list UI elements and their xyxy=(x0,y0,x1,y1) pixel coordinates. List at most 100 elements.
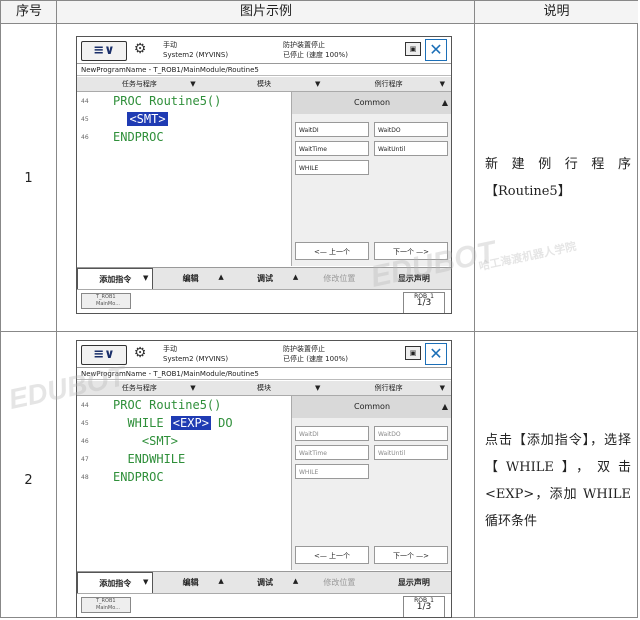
operation-mode: 手动 System2 (MYVINS) xyxy=(163,41,229,59)
add-instruction-button[interactable]: 添加指令 ▼ xyxy=(77,268,154,290)
tab-tasks[interactable]: 任务与程序 ▼ xyxy=(77,77,202,91)
panel-title[interactable]: Common ▲ xyxy=(292,396,451,418)
close-button[interactable]: ✕ xyxy=(425,343,447,365)
close-button[interactable]: ✕ xyxy=(425,39,447,61)
code-line[interactable]: <SMT> xyxy=(113,434,178,448)
row-description: 点击【添加指令】，选择【WHILE】，双击<EXP>，添加 WHILE 循环条件 xyxy=(485,433,631,529)
dropdown-icon: ▼ xyxy=(439,384,446,392)
instruction-waitdi[interactable]: WaitDI xyxy=(295,426,369,441)
quickset-button[interactable]: ROB_1 1/3 xyxy=(403,596,445,617)
operation-mode: 手动 System2 (MYVINS) xyxy=(163,345,229,363)
line-number: 45 xyxy=(81,116,89,123)
up-arrow-icon: ▲ xyxy=(218,577,224,585)
header-number: 序号 xyxy=(1,1,57,24)
row-number: 1 xyxy=(24,171,33,186)
main-menu-button[interactable]: ≡∨ xyxy=(81,41,127,61)
instruction-waittime[interactable]: WaitTime xyxy=(295,445,369,460)
up-arrow-icon: ▲ xyxy=(218,273,224,281)
program-tabs: 任务与程序 ▼ 模块 ▼ 例行程序 ▼ xyxy=(77,381,451,396)
instruction-panel: Common ▲ WaitDI WaitDO WaitTime WaitUntil… xyxy=(291,92,451,266)
controller-state: 防护装置停止 已停止 (速度 100%) xyxy=(283,345,348,363)
code-line[interactable]: ENDPROC xyxy=(113,130,164,144)
task-tab[interactable]: T_ROB1 MainMo... xyxy=(81,597,131,613)
exp-placeholder: <EXP> xyxy=(170,416,211,430)
instruction-waituntil[interactable]: WaitUntil xyxy=(374,141,448,156)
instruction-waitdo[interactable]: WaitDO xyxy=(374,426,448,441)
tab-routines[interactable]: 例行程序 ▼ xyxy=(326,381,451,395)
line-number: 45 xyxy=(81,420,89,427)
up-arrow-icon: ▲ xyxy=(441,98,448,107)
line-number: 44 xyxy=(81,402,89,409)
task-tab[interactable]: T_ROB1 MainMo... xyxy=(81,293,131,309)
edit-button[interactable]: 编辑 ▲ xyxy=(153,268,227,290)
dropdown-icon: ▼ xyxy=(314,384,321,392)
command-bar: 添加指令 ▼ 编辑 ▲ 调试 ▲ 修改位置 显示声明 xyxy=(77,571,451,594)
code-editor[interactable]: 44 45 46 PROC Routine5() <SMT> ENDPROC xyxy=(77,92,289,266)
instruction-waittime[interactable]: WaitTime xyxy=(295,141,369,156)
code-line[interactable]: ENDPROC xyxy=(113,470,164,484)
code-line[interactable]: PROC Routine5() xyxy=(113,398,221,412)
instruction-waituntil[interactable]: WaitUntil xyxy=(374,445,448,460)
up-arrow-icon: ▲ xyxy=(441,402,448,411)
program-path: NewProgramName - T_ROB1/MainModule/Routi… xyxy=(77,64,451,76)
quickset-button[interactable]: ROB_1 1/3 xyxy=(403,292,445,313)
status-bar: ≡∨ ⚙ 手动 System2 (MYVINS) 防护装置停止 已停止 (速度 10… xyxy=(77,341,451,368)
flexpendant-screen: ≡∨ ⚙ 手动 System2 (MYVINS) 防护装置停止 已停止 (速度 10… xyxy=(76,340,452,618)
tab-modules[interactable]: 模块 ▼ xyxy=(202,381,327,395)
add-instruction-button[interactable]: 添加指令 ▼ xyxy=(77,572,154,594)
window-icon[interactable]: ▣ xyxy=(405,42,421,56)
line-number: 44 xyxy=(81,98,89,105)
dropdown-icon: ▼ xyxy=(143,578,149,586)
dropdown-icon: ▼ xyxy=(314,80,321,88)
modify-position-button[interactable]: 修改位置 xyxy=(302,572,376,594)
dropdown-icon: ▼ xyxy=(190,384,196,392)
controller-state: 防护装置停止 已停止 (速度 100%) xyxy=(283,41,348,59)
edit-button[interactable]: 编辑 ▲ xyxy=(153,572,227,594)
tab-modules[interactable]: 模块 ▼ xyxy=(202,77,327,91)
show-declaration-button[interactable]: 显示声明 xyxy=(377,572,451,594)
instruction-waitdo[interactable]: WaitDO xyxy=(374,122,448,137)
instruction-while[interactable]: WHILE xyxy=(295,160,369,175)
status-bar: ≡∨ ⚙ 手动 System2 (MYVINS) 防护装置停止 已停止 (速度 10… xyxy=(77,37,451,64)
header-description: 说明 xyxy=(475,1,638,24)
previous-button[interactable]: <— 上一个 xyxy=(295,242,369,260)
tab-routines[interactable]: 例行程序 ▼ xyxy=(326,77,451,91)
dropdown-icon: ▼ xyxy=(143,274,149,282)
row-number: 2 xyxy=(24,473,33,488)
line-number: 46 xyxy=(81,134,89,141)
modify-position-button[interactable]: 修改位置 xyxy=(302,268,376,290)
dropdown-icon: ▼ xyxy=(190,80,196,88)
up-arrow-icon: ▲ xyxy=(292,577,299,585)
column-divider xyxy=(56,1,57,617)
row-description: 新建例行程序【Routine5】 xyxy=(485,157,631,199)
up-arrow-icon: ▲ xyxy=(292,273,299,281)
panel-title[interactable]: Common ▲ xyxy=(292,92,451,114)
line-number: 48 xyxy=(81,474,89,481)
line-number: 46 xyxy=(81,438,89,445)
robot-status-icon: ⚙ xyxy=(133,345,147,361)
dropdown-icon: ▼ xyxy=(439,80,446,88)
code-line[interactable]: <SMT> xyxy=(113,112,168,126)
next-button[interactable]: 下一个 —> xyxy=(374,546,448,564)
task-bar: T_ROB1 MainMo... ROB_1 1/3 xyxy=(77,593,451,617)
debug-button[interactable]: 调试 ▲ xyxy=(228,572,302,594)
program-tabs: 任务与程序 ▼ 模块 ▼ 例行程序 ▼ xyxy=(77,77,451,92)
line-number: 47 xyxy=(81,456,89,463)
program-path: NewProgramName - T_ROB1/MainModule/Routi… xyxy=(77,368,451,380)
debug-button[interactable]: 调试 ▲ xyxy=(228,268,302,290)
row-divider xyxy=(1,331,637,332)
code-editor[interactable]: 44 45 46 47 48 PROC Routine5() WHILE <EX… xyxy=(77,396,289,570)
code-line[interactable]: ENDWHILE xyxy=(113,452,185,466)
code-line[interactable]: WHILE <EXP> DO xyxy=(113,416,233,430)
column-divider xyxy=(474,1,475,617)
previous-button[interactable]: <— 上一个 xyxy=(295,546,369,564)
window-icon[interactable]: ▣ xyxy=(405,346,421,360)
task-bar: T_ROB1 MainMo... ROB_1 1/3 xyxy=(77,289,451,313)
instruction-while[interactable]: WHILE xyxy=(295,464,369,479)
header-image: 图片示例 xyxy=(57,1,475,24)
smt-placeholder: <SMT> xyxy=(127,112,168,126)
instruction-panel: Common ▲ WaitDI WaitDO WaitTime WaitUntil… xyxy=(291,396,451,570)
instruction-waitdi[interactable]: WaitDI xyxy=(295,122,369,137)
code-line[interactable]: PROC Routine5() xyxy=(113,94,221,108)
robot-status-icon: ⚙ xyxy=(133,41,147,57)
